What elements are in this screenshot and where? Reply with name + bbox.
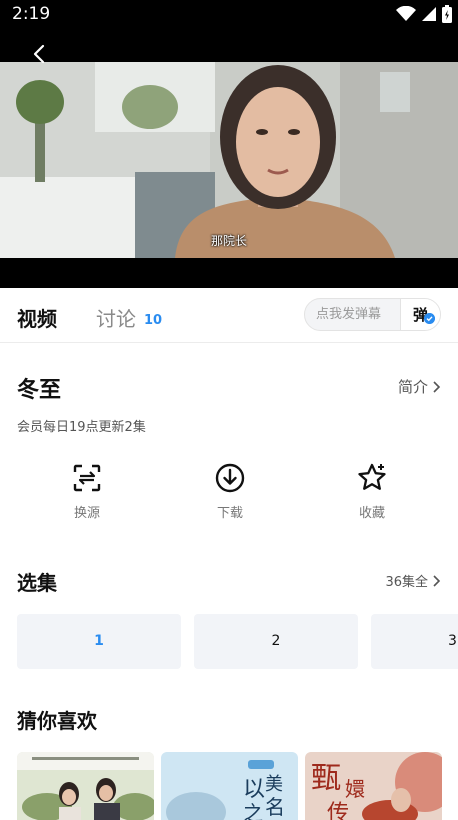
download-button[interactable]: 下载 [190, 462, 270, 521]
cellular-signal-icon [422, 7, 436, 21]
download-label: 下载 [216, 506, 243, 521]
intro-link[interactable]: 简介 [398, 376, 442, 397]
all-episodes-link[interactable]: 36集全 [385, 571, 442, 590]
show-title: 冬至 [17, 378, 62, 403]
favorite-label: 收藏 [358, 506, 385, 521]
wifi-icon [396, 6, 416, 21]
discuss-count-badge: 10 [144, 313, 163, 328]
svg-text:传: 传 [327, 801, 349, 820]
poster-thumbnail[interactable] [17, 752, 154, 820]
update-info: 会员每日19点更新2集 [17, 420, 146, 435]
favorite-star-icon [358, 463, 386, 490]
back-arrow-icon[interactable] [28, 42, 52, 66]
status-icons [396, 5, 452, 23]
danmaku-toggle-button[interactable]: 弹 [400, 299, 440, 330]
svg-text:美: 美 [265, 774, 283, 795]
chevron-right-icon [433, 380, 441, 393]
status-time: 2:19 [12, 4, 51, 24]
switch-source-label: 换源 [73, 506, 100, 521]
switch-source-button[interactable]: 换源 [47, 462, 127, 521]
svg-text:以: 以 [243, 777, 265, 802]
video-subtitle: 那院长 [210, 234, 247, 248]
svg-text:名: 名 [265, 795, 285, 819]
danmaku-input[interactable]: 点我发弹幕 [305, 299, 402, 330]
intro-link-label: 简介 [397, 378, 428, 396]
svg-text:嬛: 嬛 [345, 777, 365, 801]
poster-thumbnail[interactable]: 甄 嬛 传 [305, 752, 442, 820]
video-frame [0, 62, 458, 258]
video-player[interactable]: 那院长 [0, 30, 458, 288]
chevron-right-icon [433, 574, 441, 587]
check-icon [424, 313, 435, 324]
episodes-total: 36集全 [385, 575, 428, 590]
tab-bar: 视频 讨论 10 点我发弹幕 弹 [0, 288, 458, 343]
download-icon [215, 463, 245, 493]
switch-source-icon [73, 464, 101, 492]
episode-tile[interactable]: 2 [194, 614, 358, 669]
tab-discuss[interactable]: 讨论 [96, 303, 136, 332]
svg-text:之: 之 [243, 801, 263, 820]
status-bar: 2:19 [0, 0, 458, 30]
episode-tile[interactable]: 1 [17, 614, 181, 669]
danmaku-bar: 点我发弹幕 弹 [304, 298, 441, 331]
poster-thumbnail[interactable]: 以 美 之 名 [161, 752, 298, 820]
battery-icon [442, 5, 452, 23]
favorite-button[interactable]: 收藏 [332, 462, 412, 521]
tab-video[interactable]: 视频 [17, 303, 57, 332]
episode-tile[interactable]: 3 [371, 614, 458, 669]
recommend-section-title: 猜你喜欢 [17, 709, 97, 733]
svg-text:甄: 甄 [311, 761, 341, 796]
episodes-section-title: 选集 [17, 571, 57, 595]
